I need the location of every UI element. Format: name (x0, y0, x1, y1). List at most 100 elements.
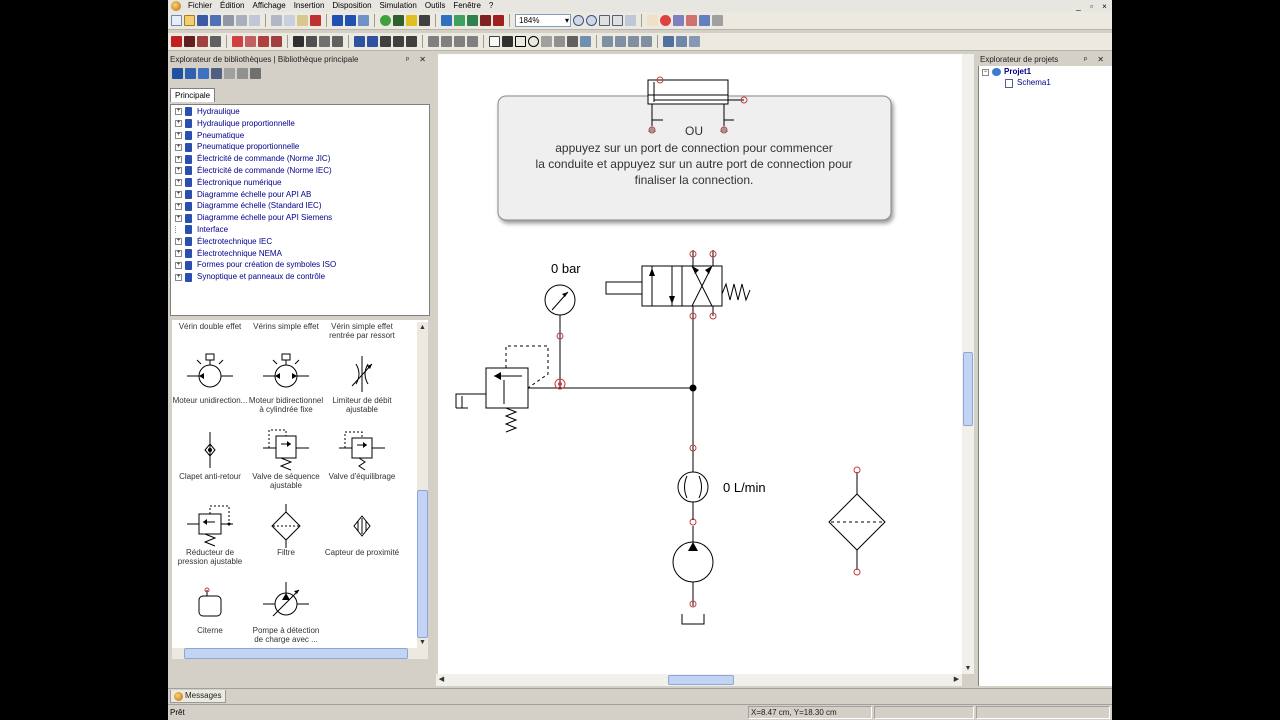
underline-icon[interactable] (406, 36, 417, 47)
draw-line-icon[interactable] (502, 36, 513, 47)
library-tree-item[interactable]: + Diagramme échelle pour API Siemens (171, 212, 429, 224)
image-icon[interactable] (580, 36, 591, 47)
pan-icon[interactable] (647, 15, 658, 26)
expand-icon[interactable]: + (175, 179, 182, 187)
hscroll-right-icon[interactable]: ▶ (951, 674, 962, 686)
diagram-canvas[interactable]: OU appuyez sur un port de connection pou… (438, 54, 968, 674)
palette-hscrollbar[interactable] (172, 648, 428, 659)
expand-icon[interactable]: + (175, 143, 182, 151)
select-icon[interactable] (489, 36, 500, 47)
dash-icon[interactable] (319, 36, 330, 47)
zoom-combo[interactable]: 184% (515, 14, 571, 27)
refresh-icon[interactable] (358, 15, 369, 26)
pressure-gauge[interactable] (544, 284, 576, 340)
chart-icon[interactable] (480, 15, 491, 26)
save-icon[interactable] (197, 15, 208, 26)
palette-item-check-valve[interactable]: Clapet anti-retour (172, 428, 248, 481)
vscroll-down-icon[interactable]: ▼ (962, 663, 974, 674)
library-tree-item[interactable]: + Hydraulique (171, 106, 429, 118)
polyline-icon[interactable] (554, 36, 565, 47)
diagram-svg[interactable]: OU appuyez sur un port de connection pou… (438, 54, 968, 674)
zoom-fit-icon[interactable] (612, 15, 623, 26)
font-icon[interactable] (354, 36, 365, 47)
close-button[interactable]: × (1099, 1, 1110, 11)
palette-item-motor-uni[interactable]: Moteur unidirection... (172, 352, 248, 405)
page-setup-icon[interactable] (249, 15, 260, 26)
layout-icon[interactable] (663, 36, 674, 47)
probe3-icon[interactable] (271, 36, 282, 47)
project-panel-pin-icon[interactable]: ᵖ ✕ (1084, 54, 1108, 66)
palette-item-pressure-reducer[interactable]: Réducteur de pression ajustable (172, 504, 248, 566)
component-dark-icon[interactable] (184, 36, 195, 47)
line-width-icon[interactable] (306, 36, 317, 47)
menu-simulation[interactable]: Simulation (377, 0, 422, 12)
align-left-icon[interactable] (428, 36, 439, 47)
menu-insertion[interactable]: Insertion (291, 0, 330, 12)
library-props-icon[interactable] (237, 68, 248, 79)
tree-project[interactable]: − Projet1 (982, 67, 1031, 77)
library-tree-item[interactable]: + Hydraulique proportionnelle (171, 118, 429, 130)
library-tree-item[interactable]: + Diagramme échelle (Standard IEC) (171, 200, 429, 212)
palette-header-verin-ressort[interactable]: Vérin simple effet rentrée par ressort (324, 322, 400, 340)
messages-tab[interactable]: Messages (170, 690, 226, 703)
pause-icon[interactable] (393, 15, 404, 26)
directional-valve[interactable] (605, 250, 751, 320)
menu-fenetre[interactable]: Fenêtre (450, 0, 486, 12)
tab-principale[interactable]: Principale (170, 88, 216, 102)
text-icon[interactable] (493, 15, 504, 26)
expand-icon[interactable]: + (175, 190, 182, 198)
expand-icon[interactable]: + (175, 108, 182, 116)
library-tree-item[interactable]: + Électrotechnique IEC (171, 236, 429, 248)
expand-icon[interactable]: + (175, 120, 182, 128)
zoom-selection-icon[interactable] (625, 15, 636, 26)
library-tree-item[interactable]: + Pneumatique proportionnelle (171, 141, 429, 153)
snap-icon[interactable] (673, 15, 684, 26)
probe-icon[interactable] (245, 36, 256, 47)
expand-icon[interactable]: + (175, 167, 182, 175)
palette-header-verin-double[interactable]: Vérin double effet (172, 322, 248, 331)
stop2-icon[interactable] (210, 36, 221, 47)
rotate-icon[interactable] (602, 36, 613, 47)
minimize-button[interactable]: _ (1073, 1, 1084, 11)
palette-item-proximity-sensor[interactable]: Capteur de proximité (324, 504, 400, 557)
lock-icon[interactable] (250, 68, 261, 79)
justify-icon[interactable] (467, 36, 478, 47)
palette-item-filter[interactable]: Filtre (248, 504, 324, 557)
measure-icon[interactable] (232, 36, 243, 47)
library-tree-item[interactable]: + Électrotechnique NEMA (171, 248, 429, 260)
dots-icon[interactable] (712, 15, 723, 26)
bold-icon[interactable] (380, 36, 391, 47)
scroll-down-icon[interactable]: ▼ (417, 637, 428, 648)
palette-item-sequence-valve[interactable]: Valve de séquence ajustable (248, 428, 324, 490)
relief-valve[interactable] (455, 345, 566, 433)
ellipse-icon[interactable] (528, 36, 539, 47)
library-tree-item[interactable]: + Électricité de commande (Norme IEC) (171, 165, 429, 177)
warning-icon[interactable] (406, 15, 417, 26)
cut-icon[interactable] (271, 15, 282, 26)
distribute-icon[interactable] (689, 36, 700, 47)
expand-icon[interactable]: + (175, 202, 182, 210)
probe2-icon[interactable] (258, 36, 269, 47)
library-tree-item[interactable]: Interface (171, 224, 429, 236)
library-tree-item[interactable]: + Pneumatique (171, 130, 429, 142)
zoom-out-icon[interactable] (586, 15, 597, 26)
arrange-icon[interactable] (676, 36, 687, 47)
open-icon[interactable] (184, 15, 195, 26)
expand-icon[interactable]: + (175, 261, 182, 269)
scroll-up-icon[interactable]: ▲ (417, 322, 428, 333)
ungroup-icon[interactable] (641, 36, 652, 47)
copy-icon[interactable] (284, 15, 295, 26)
arrow-style-icon[interactable] (332, 36, 343, 47)
connect-icon[interactable] (686, 15, 697, 26)
library-tree-item[interactable]: + Formes pour création de symboles ISO (171, 259, 429, 271)
zoom-window-icon[interactable] (599, 15, 610, 26)
italic-icon[interactable] (393, 36, 404, 47)
redo-icon[interactable] (345, 15, 356, 26)
palette-item-balancing-valve[interactable]: Valve d'équilibrage (324, 428, 400, 481)
canvas-hscrollbar[interactable]: ◀ ▶ (436, 674, 962, 686)
palette-scrollbar[interactable]: ▲ ▼ (417, 322, 428, 648)
hydraulic-pump[interactable] (672, 526, 714, 625)
grid-icon[interactable] (660, 15, 671, 26)
stop-icon[interactable] (197, 36, 208, 47)
tree-schema[interactable]: Schema1 (1005, 78, 1051, 88)
